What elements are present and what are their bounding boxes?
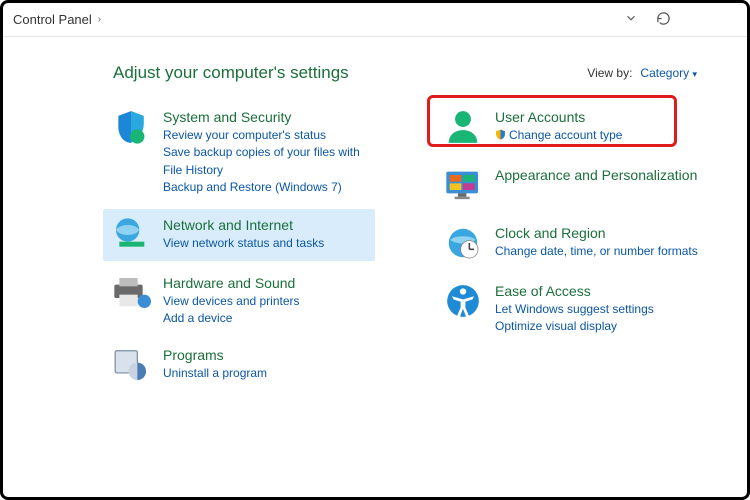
category-link[interactable]: View network status and tasks (163, 235, 324, 252)
breadcrumb-root[interactable]: Control Panel (13, 12, 92, 27)
refresh-icon[interactable] (656, 11, 671, 29)
chevron-right-icon: › (98, 14, 101, 25)
category-clock-region[interactable]: Clock and Region Change date, time, or n… (435, 217, 707, 269)
clock-globe-icon (443, 223, 483, 263)
category-user-accounts[interactable]: User Accounts Change account type (435, 101, 707, 153)
category-link[interactable]: Optimize visual display (495, 318, 654, 335)
programs-icon (111, 345, 151, 385)
category-title[interactable]: Ease of Access (495, 283, 654, 299)
category-link[interactable]: Uninstall a program (163, 365, 267, 382)
category-title[interactable]: Appearance and Personalization (495, 167, 697, 183)
category-network-internet[interactable]: Network and Internet View network status… (103, 209, 375, 261)
monitor-icon (443, 165, 483, 205)
category-link[interactable]: Add a device (163, 310, 300, 327)
printer-icon (111, 273, 151, 313)
category-link[interactable]: Review your computer's status (163, 127, 367, 144)
category-link[interactable]: Change date, time, or number formats (495, 243, 698, 260)
right-column: User Accounts Change account type Appear… (435, 101, 707, 397)
category-title[interactable]: Hardware and Sound (163, 275, 300, 291)
category-link[interactable]: Backup and Restore (Windows 7) (163, 179, 367, 196)
view-by-label: View by: (587, 66, 632, 80)
accessibility-icon (443, 281, 483, 321)
category-appearance-personalization[interactable]: Appearance and Personalization (435, 159, 707, 211)
category-programs[interactable]: Programs Uninstall a program (103, 339, 375, 391)
caret-down-icon: ▾ (692, 69, 697, 79)
category-ease-of-access[interactable]: Ease of Access Let Windows suggest setti… (435, 275, 707, 342)
user-icon (443, 107, 483, 147)
category-link[interactable]: Change account type (495, 127, 622, 144)
uac-shield-icon (495, 128, 506, 139)
breadcrumb[interactable]: Control Panel › (13, 12, 101, 27)
chevron-down-icon[interactable] (624, 11, 638, 28)
category-title[interactable]: Programs (163, 347, 267, 363)
category-hardware-sound[interactable]: Hardware and Sound View devices and prin… (103, 267, 375, 334)
category-system-security[interactable]: System and Security Review your computer… (103, 101, 375, 203)
category-title[interactable]: System and Security (163, 109, 367, 125)
page-title: Adjust your computer's settings (113, 63, 349, 83)
category-title[interactable]: User Accounts (495, 109, 622, 125)
bottom-fade (6, 414, 744, 494)
category-title[interactable]: Clock and Region (495, 225, 698, 241)
category-link[interactable]: Save backup copies of your files with Fi… (163, 144, 367, 179)
category-link[interactable]: View devices and printers (163, 293, 300, 310)
left-column: System and Security Review your computer… (103, 101, 375, 397)
category-title[interactable]: Network and Internet (163, 217, 324, 233)
globe-icon (111, 215, 151, 255)
address-bar: Control Panel › (3, 3, 747, 37)
category-link[interactable]: Let Windows suggest settings (495, 301, 654, 318)
shield-icon (111, 107, 151, 147)
view-by-dropdown[interactable]: Category ▾ (640, 66, 697, 80)
view-by-control: View by: Category ▾ (587, 66, 697, 80)
